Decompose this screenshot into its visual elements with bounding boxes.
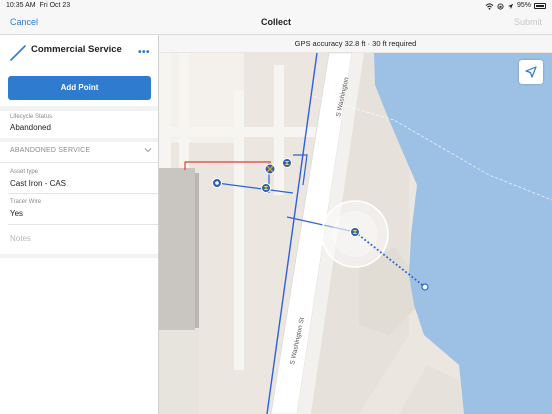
asset-type-label: Asset type xyxy=(10,169,39,175)
valve-marker[interactable] xyxy=(282,158,292,168)
meter-marker[interactable] xyxy=(212,178,222,188)
ellipsis-icon[interactable]: ••• xyxy=(138,48,150,58)
section-separator xyxy=(0,106,158,111)
divider xyxy=(8,224,158,225)
valve-marker[interactable] xyxy=(261,183,271,193)
lifecycle-status-label: Lifecycle Status xyxy=(10,114,53,120)
section-separator xyxy=(0,254,158,258)
lifecycle-status-value: Abandoned xyxy=(10,123,51,132)
add-point-button[interactable]: Add Point xyxy=(8,76,151,100)
gps-accuracy-banner: GPS accuracy 32.8 ft · 30 ft required xyxy=(159,35,552,52)
sketch-vertex[interactable] xyxy=(421,283,429,291)
map-shore xyxy=(399,365,464,414)
status-right: 95% xyxy=(485,0,546,12)
map-building-shadow xyxy=(195,173,199,328)
location-services-icon xyxy=(507,3,514,9)
divider xyxy=(8,193,158,194)
status-bar: 10:35 AM Fri Oct 23 95% xyxy=(0,0,552,12)
map-block xyxy=(159,330,199,414)
line-icon xyxy=(10,45,26,61)
submit-button[interactable]: Submit xyxy=(514,17,542,27)
navigation-bar: Cancel Collect Submit xyxy=(0,12,552,35)
chevron-down-icon xyxy=(144,148,152,153)
valve-marker[interactable] xyxy=(264,163,276,175)
feature-header: Commercial Service ••• xyxy=(0,35,158,71)
status-time: 10:35 AM Fri Oct 23 xyxy=(6,2,71,9)
collected-point-marker[interactable] xyxy=(350,227,360,237)
group-title: ABANDONED SERVICE xyxy=(10,147,91,154)
feature-type-title: Commercial Service xyxy=(31,44,122,55)
location-arrow-icon xyxy=(525,66,537,78)
cancel-button[interactable]: Cancel xyxy=(10,17,38,27)
collect-form-panel: Commercial Service ••• Add Point Lifecyc… xyxy=(0,35,159,414)
divider xyxy=(0,162,158,163)
map-building xyxy=(159,168,195,333)
abandoned-service-line xyxy=(184,161,271,170)
tracer-wire-value: Yes xyxy=(10,209,24,218)
section-separator xyxy=(0,138,158,142)
lock-rotation-icon xyxy=(497,2,504,10)
wifi-icon xyxy=(485,2,494,10)
page-title: Collect xyxy=(260,17,291,27)
map-sidewalk xyxy=(159,127,319,137)
locate-button[interactable] xyxy=(519,60,543,84)
battery-icon xyxy=(534,3,546,9)
map-view[interactable]: S Washington S Washington St xyxy=(159,35,552,414)
notes-field[interactable]: Notes xyxy=(10,234,31,243)
tracer-wire-label: Tracer Wire xyxy=(10,199,42,205)
map-sidewalk xyxy=(274,65,284,195)
map-canvas[interactable]: S Washington S Washington St xyxy=(159,35,552,414)
battery-percent: 95% xyxy=(516,2,531,9)
asset-type-value: Cast Iron - CAS xyxy=(10,179,67,188)
